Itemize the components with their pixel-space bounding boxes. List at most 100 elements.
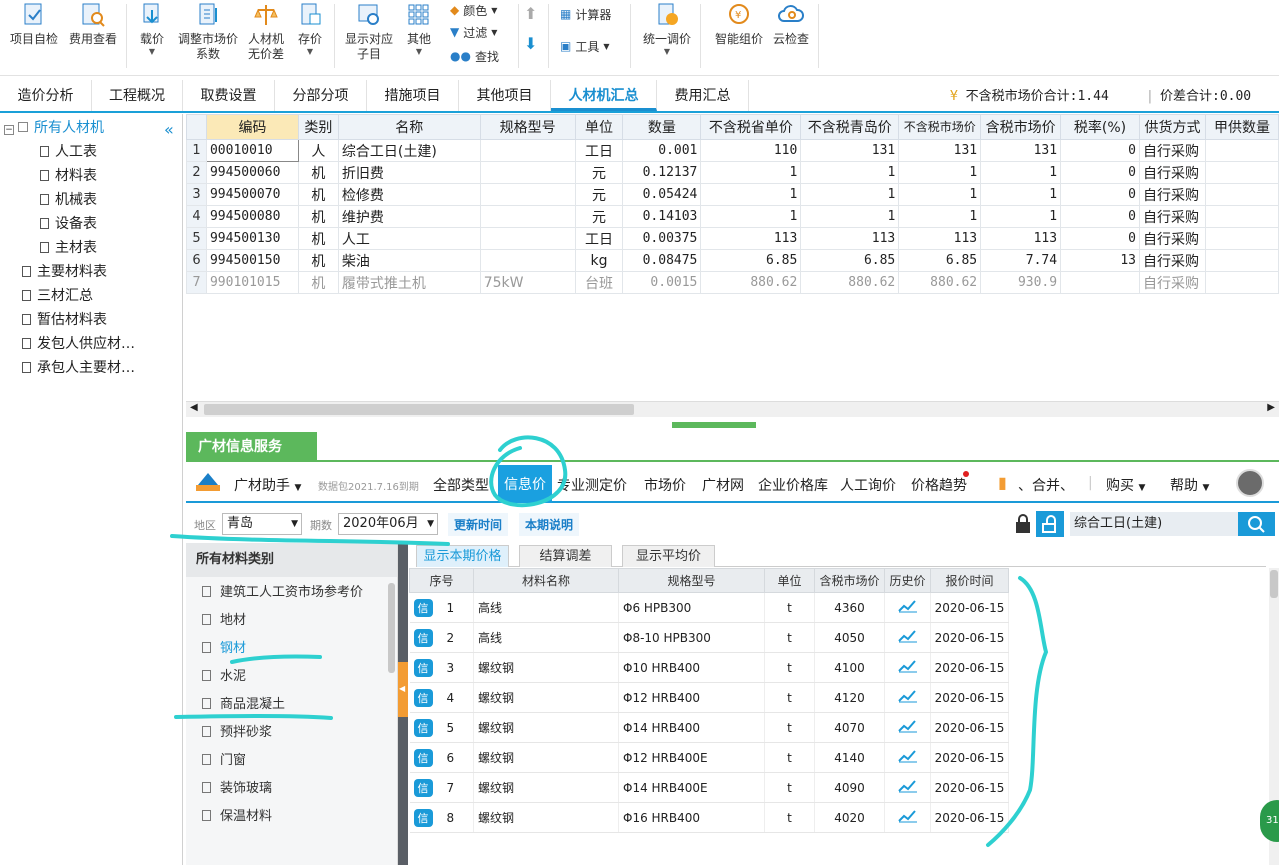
category-item[interactable]: 商品混凝土 bbox=[202, 695, 285, 715]
cell-province-price[interactable]: 110 bbox=[700, 139, 802, 162]
move-down-icon[interactable]: ⬇ bbox=[524, 34, 537, 53]
category-item[interactable]: 预拌砂浆 bbox=[202, 723, 272, 743]
trend-chart-icon[interactable] bbox=[897, 779, 918, 793]
tree-contractor-materials[interactable]: 承包人主要材… bbox=[22, 358, 135, 378]
cell-unit[interactable]: 元 bbox=[574, 205, 624, 228]
row-number[interactable]: 7 bbox=[186, 271, 207, 294]
tree-materials[interactable]: 材料表 bbox=[40, 166, 97, 186]
cell-tax-rate[interactable]: 0 bbox=[1060, 161, 1140, 184]
row-number[interactable]: 5 bbox=[186, 227, 207, 250]
splitter-handle[interactable] bbox=[672, 422, 756, 428]
row-number[interactable]: 4 bbox=[186, 205, 207, 228]
cell-unit[interactable]: kg bbox=[574, 249, 624, 272]
col-material-spec[interactable]: 规格型号 bbox=[618, 568, 765, 593]
cell-tax-market-price[interactable]: 1 bbox=[980, 183, 1062, 206]
cell-owner-qty[interactable] bbox=[1204, 183, 1279, 206]
nav-enterprise-library[interactable]: 企业价格库 bbox=[758, 475, 828, 495]
cell-supply[interactable]: 自行采购 bbox=[1138, 161, 1206, 184]
trend-chart-icon[interactable] bbox=[897, 809, 918, 823]
price-row[interactable]: 信 2 高线 Φ8-10 HPB300 t 4050 2020-06-15 bbox=[409, 622, 1009, 653]
cell-spec[interactable] bbox=[479, 249, 576, 272]
cell-qingdao-price[interactable]: 113 bbox=[800, 227, 900, 250]
tab-fee-settings[interactable]: 取费设置 bbox=[183, 80, 275, 111]
cell-name[interactable]: 履带式推土机 bbox=[337, 271, 481, 294]
cell-tax-rate[interactable]: 13 bbox=[1060, 249, 1140, 272]
period-note-button[interactable]: 本期说明 bbox=[519, 513, 580, 536]
cell-code[interactable]: 994500060 bbox=[205, 161, 299, 184]
no-diff-button[interactable]: 人材机无价差 bbox=[244, 0, 288, 62]
find-button[interactable]: ●● 查找 bbox=[450, 46, 499, 66]
scroll-right-icon[interactable]: ▶ bbox=[1267, 402, 1275, 413]
scroll-left-icon[interactable]: ◀ bbox=[190, 402, 198, 413]
nav-price-trend[interactable]: 价格趋势 bbox=[911, 475, 967, 495]
cell-qingdao-price[interactable]: 131 bbox=[800, 139, 900, 162]
cell-tax-rate[interactable]: 0 bbox=[1060, 227, 1140, 250]
cell-name[interactable]: 柴油 bbox=[337, 249, 481, 272]
cell-spec[interactable] bbox=[479, 161, 576, 184]
cell-name[interactable]: 人工 bbox=[337, 227, 481, 250]
col-spec[interactable]: 规格型号 bbox=[479, 114, 576, 140]
cell-code[interactable]: 994500070 bbox=[205, 183, 299, 206]
trend-chart-icon[interactable] bbox=[897, 599, 918, 613]
col-tax-rate[interactable]: 税率(%) bbox=[1060, 114, 1140, 140]
row-number[interactable]: 6 bbox=[186, 249, 207, 272]
info-tag[interactable]: 信 bbox=[413, 748, 433, 767]
move-up-icon[interactable]: ⬆ bbox=[524, 4, 537, 23]
tab-other-items[interactable]: 其他项目 bbox=[459, 80, 551, 111]
cell-tax-market-price[interactable]: 113 bbox=[980, 227, 1062, 250]
cell-spec[interactable] bbox=[479, 205, 576, 228]
collapse-panel-icon[interactable]: « bbox=[164, 120, 174, 139]
material-search-input[interactable]: 综合工日(土建) bbox=[1070, 512, 1238, 536]
col-qty[interactable]: 数量 bbox=[622, 114, 702, 140]
nav-merge[interactable]: 、合并、 bbox=[1018, 475, 1074, 495]
subtab-settlement[interactable]: 结算调差 bbox=[519, 545, 612, 567]
cell-history[interactable] bbox=[884, 772, 931, 803]
cell-market-price[interactable]: 1 bbox=[898, 205, 982, 228]
col-tax-market-price[interactable]: 含税市场价 bbox=[980, 114, 1062, 140]
region-select[interactable]: 青岛 ▼ bbox=[222, 513, 302, 535]
grid-horizontal-scrollbar[interactable]: ◀ ▶ bbox=[186, 401, 1279, 417]
cell-tax-rate[interactable]: 0 bbox=[1060, 205, 1140, 228]
cell-spec[interactable] bbox=[479, 227, 576, 250]
cell-name[interactable]: 检修费 bbox=[337, 183, 481, 206]
cell-tax-rate[interactable]: 0 bbox=[1060, 183, 1140, 206]
cell-unit[interactable]: 元 bbox=[574, 183, 624, 206]
cell-name[interactable]: 维护费 bbox=[337, 205, 481, 228]
color-button[interactable]: ◆ 颜色 ▼ bbox=[450, 0, 497, 20]
project-check-button[interactable]: 项目自检 bbox=[8, 0, 60, 47]
trend-chart-icon[interactable] bbox=[897, 629, 918, 643]
cell-history[interactable] bbox=[884, 622, 931, 653]
search-button[interactable] bbox=[1238, 512, 1275, 536]
update-time-button[interactable]: 更新时间 bbox=[448, 513, 509, 536]
cell-qingdao-price[interactable]: 6.85 bbox=[800, 249, 900, 272]
nav-help[interactable]: 帮助 ▼ bbox=[1170, 475, 1209, 495]
price-scroll-thumb[interactable] bbox=[1270, 570, 1278, 598]
grid-row[interactable]: 4 994500080 机维护费元 0.14103 1 1 1 1 0 自行采购 bbox=[186, 205, 1279, 228]
adjust-coef-button[interactable]: 调整市场价系数 bbox=[176, 0, 240, 62]
unify-price-button[interactable]: 统一调价 ▼ bbox=[640, 0, 694, 56]
cell-supply[interactable]: 自行采购 bbox=[1138, 271, 1206, 294]
price-row[interactable]: 信 1 高线 Φ6 HPB300 t 4360 2020-06-15 bbox=[409, 592, 1009, 623]
cell-code[interactable]: 994500080 bbox=[205, 205, 299, 228]
col-code[interactable]: 编码 bbox=[205, 114, 299, 140]
grid-row[interactable]: 2 994500060 机折旧费元 0.12137 1 1 1 1 0 自行采购 bbox=[186, 161, 1279, 184]
cell-qingdao-price[interactable]: 1 bbox=[800, 205, 900, 228]
cell-tax-market-price[interactable]: 131 bbox=[980, 139, 1062, 162]
info-tag[interactable]: 信 bbox=[413, 628, 433, 647]
tools-button[interactable]: ▣ 工具 ▼ bbox=[560, 36, 610, 56]
col-market-price[interactable]: 不含税市场价 bbox=[898, 114, 982, 140]
cell-unit[interactable]: 元 bbox=[574, 161, 624, 184]
cell-qingdao-price[interactable]: 1 bbox=[800, 161, 900, 184]
cell-qingdao-price[interactable]: 880.62 bbox=[800, 271, 900, 294]
grid-row[interactable]: 6 994500150 机柴油 kg 0.08475 6.85 6.85 6.85 7.74 13… bbox=[186, 249, 1279, 272]
cell-code[interactable]: 994500150 bbox=[205, 249, 299, 272]
category-item[interactable]: 建筑工人工资市场参考价 bbox=[202, 583, 363, 603]
cell-qty[interactable]: 0.00375 bbox=[622, 227, 702, 250]
category-item-steel[interactable]: 钢材 bbox=[202, 639, 246, 659]
cell-supply[interactable]: 自行采购 bbox=[1138, 249, 1206, 272]
cell-code[interactable]: 994500130 bbox=[205, 227, 299, 250]
grid-row[interactable]: 7 990101015 机履带式推土机 75kW 台班 0.0015 880.62 880.6… bbox=[186, 271, 1279, 294]
cell-tax-market-price[interactable]: 7.74 bbox=[980, 249, 1062, 272]
cell-market-price[interactable]: 1 bbox=[898, 161, 982, 184]
info-tag[interactable]: 信 bbox=[413, 778, 433, 797]
